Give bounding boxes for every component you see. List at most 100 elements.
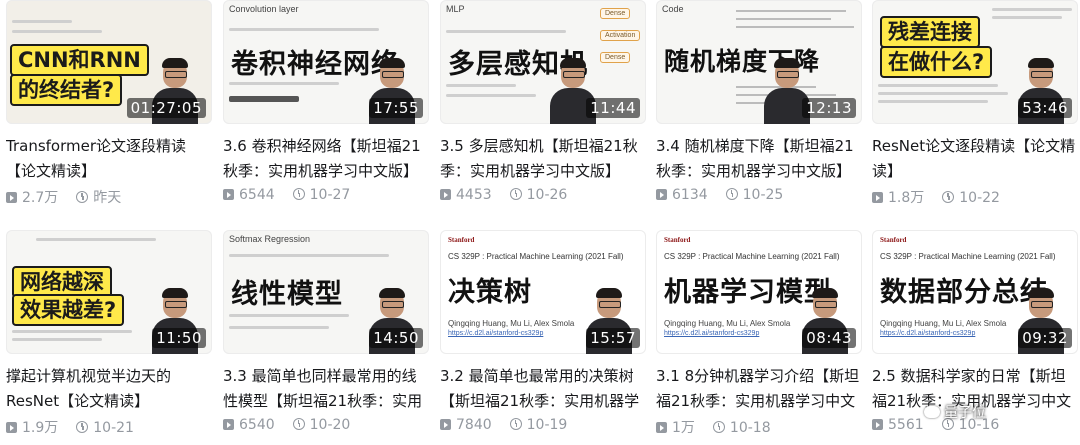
watermark-text: 量子位: [944, 405, 986, 421]
thumbnail-overlay-text: 残差连接: [880, 16, 980, 48]
play-count-icon: [872, 419, 883, 430]
slide-heading: Code: [662, 4, 684, 14]
slide-link: https://c.d2l.ai/stanford-cs329p: [664, 330, 760, 337]
video-title[interactable]: 3.2 最简单也最常用的决策树【斯坦福21秋季：实用机器学习中文版】: [440, 364, 646, 414]
video-title[interactable]: 撑起计算机视觉半边天的ResNet【论文精读】: [6, 364, 212, 414]
play-count-icon: [440, 189, 451, 200]
slide-authors: Qingqing Huang, Mu Li, Alex Smola: [664, 319, 791, 328]
slide-heading: Convolution layer: [229, 4, 299, 14]
clock-icon: [76, 421, 89, 433]
video-card[interactable]: 残差连接 在做什么? 53:46 ResNet论文逐段精读【论文精读】 1.8万…: [872, 0, 1078, 215]
view-count: 1万: [672, 420, 695, 436]
video-card[interactable]: Code 随机梯度下降 12:13 3.4 随机梯度下降【斯坦福21秋季：实用机…: [656, 0, 862, 215]
view-count: 6540: [239, 417, 275, 433]
view-count: 7840: [456, 417, 492, 433]
video-thumbnail[interactable]: 网络越深 效果越差? 11:50: [6, 230, 212, 354]
video-title[interactable]: ResNet论文逐段精读【论文精读】: [872, 134, 1078, 184]
video-title[interactable]: 3.6 卷积神经网络【斯坦福21秋季：实用机器学习中文版】: [223, 134, 429, 184]
video-thumbnail[interactable]: MLP 多层感知机 Dense Activation Dense 11:44: [440, 0, 646, 124]
video-thumbnail[interactable]: Softmax Regression 线性模型 14:50: [223, 230, 429, 354]
video-duration: 53:46: [1018, 98, 1072, 118]
video-thumbnail[interactable]: 残差连接 在做什么? 53:46: [872, 0, 1078, 124]
slide-heading: Softmax Regression: [229, 234, 311, 244]
view-count: 4453: [456, 187, 492, 203]
clock-icon: [292, 418, 305, 430]
video-thumbnail[interactable]: Convolution layer 卷积神经网络 17:55: [223, 0, 429, 124]
slide-heading: CS 329P : Practical Machine Learning (20…: [880, 252, 1056, 261]
play-count-icon: [223, 189, 234, 200]
view-count: 6544: [239, 187, 275, 203]
upload-date: 昨天: [93, 190, 122, 206]
clock-icon: [509, 188, 522, 200]
view-count: 5561: [888, 417, 924, 433]
video-duration: 01:27:05: [126, 98, 206, 118]
video-meta: 7840 10-19: [440, 417, 646, 437]
video-meta: 2.7万 昨天: [6, 187, 212, 207]
clock-icon: [712, 421, 725, 433]
video-meta: 6544 10-27: [223, 187, 429, 207]
video-meta: 1.9万 10-21: [6, 417, 212, 437]
slide-link: https://c.d2l.ai/stanford-cs329p: [880, 330, 976, 337]
video-title[interactable]: 3.1 8分钟机器学习介绍【斯坦福21秋季：实用机器学习中文版】: [656, 364, 862, 414]
upload-date: 10-18: [729, 420, 771, 436]
video-card[interactable]: Convolution layer 卷积神经网络 17:55 3.6 卷积神经网…: [223, 0, 429, 215]
video-card[interactable]: 网络越深 效果越差? 11:50 撑起计算机视觉半边天的ResNet【论文精读】…: [6, 230, 212, 445]
video-card[interactable]: MLP 多层感知机 Dense Activation Dense 11:44 3…: [440, 0, 646, 215]
video-title[interactable]: 3.5 多层感知机【斯坦福21秋季：实用机器学习中文版】: [440, 134, 646, 184]
upload-date: 10-27: [309, 187, 351, 203]
video-duration: 14:50: [369, 328, 423, 348]
thumbnail-overlay-text: 线性模型: [231, 279, 343, 310]
play-count-icon: [223, 419, 234, 430]
video-title[interactable]: 3.4 随机梯度下降【斯坦福21秋季：实用机器学习中文版】: [656, 134, 862, 184]
video-thumbnail[interactable]: Stanford CS 329P : Practical Machine Lea…: [656, 230, 862, 354]
video-card[interactable]: CNN和RNN 的终结者? 01:27:05 Transformer论文逐段精读…: [6, 0, 212, 215]
video-grid: CNN和RNN 的终结者? 01:27:05 Transformer论文逐段精读…: [0, 0, 1080, 444]
video-card[interactable]: Softmax Regression 线性模型 14:50 3.3 最简单也同样…: [223, 230, 429, 445]
video-thumbnail[interactable]: CNN和RNN 的终结者? 01:27:05: [6, 0, 212, 124]
thumbnail-overlay-text: 决策树: [448, 277, 532, 308]
thumbnail-overlay-text: 在做什么?: [880, 46, 993, 78]
video-duration: 17:55: [369, 98, 423, 118]
watermark: 量子位: [924, 402, 986, 422]
video-duration: 08:43: [802, 328, 856, 348]
play-count-icon: [656, 189, 667, 200]
upload-date: 10-22: [959, 190, 1000, 206]
upload-date: 10-19: [526, 417, 568, 433]
slide-heading: CS 329P : Practical Machine Learning (20…: [448, 252, 624, 261]
video-meta: 1.8万 10-22: [872, 187, 1078, 207]
video-meta: 6134 10-25: [656, 187, 862, 207]
video-title[interactable]: Transformer论文逐段精读【论文精读】: [6, 134, 212, 184]
play-count-icon: [656, 422, 667, 433]
video-duration: 11:44: [586, 98, 640, 118]
clock-icon: [509, 418, 522, 430]
video-meta: 1万 10-18: [656, 417, 862, 437]
clock-icon: [292, 188, 305, 200]
upload-date: 10-25: [742, 187, 784, 203]
video-card[interactable]: Stanford CS 329P : Practical Machine Lea…: [656, 230, 862, 445]
video-thumbnail[interactable]: Stanford CS 329P : Practical Machine Lea…: [440, 230, 646, 354]
video-duration: 12:13: [802, 98, 856, 118]
wechat-icon: [924, 406, 940, 418]
slide-heading: CS 329P : Practical Machine Learning (20…: [664, 252, 840, 261]
slide-link: https://c.d2l.ai/stanford-cs329p: [448, 330, 544, 337]
stanford-logo: Stanford: [448, 236, 475, 244]
stanford-logo: Stanford: [880, 236, 907, 244]
stanford-logo: Stanford: [664, 236, 691, 244]
slide-authors: Qingqing Huang, Mu Li, Alex Smola: [880, 319, 1007, 328]
upload-date: 10-21: [93, 420, 134, 436]
clock-icon: [725, 188, 738, 200]
video-meta: 4453 10-26: [440, 187, 646, 207]
thumbnail-overlay-text: CNN和RNN: [10, 44, 149, 76]
view-count: 1.9万: [22, 420, 59, 436]
slide-heading: MLP: [446, 4, 465, 14]
video-thumbnail[interactable]: Code 随机梯度下降 12:13: [656, 0, 862, 124]
thumbnail-overlay-text: 的终结者?: [10, 74, 123, 106]
upload-date: 10-20: [309, 417, 351, 433]
play-count-icon: [872, 192, 883, 203]
view-count: 6134: [672, 187, 708, 203]
video-title[interactable]: 3.3 最简单也同样最常用的线性模型【斯坦福21秋季：实用机器学习中文版】: [223, 364, 429, 414]
video-card[interactable]: Stanford CS 329P : Practical Machine Lea…: [440, 230, 646, 445]
upload-date: 10-26: [526, 187, 568, 203]
video-thumbnail[interactable]: Stanford CS 329P : Practical Machine Lea…: [872, 230, 1078, 354]
video-duration: 15:57: [586, 328, 640, 348]
